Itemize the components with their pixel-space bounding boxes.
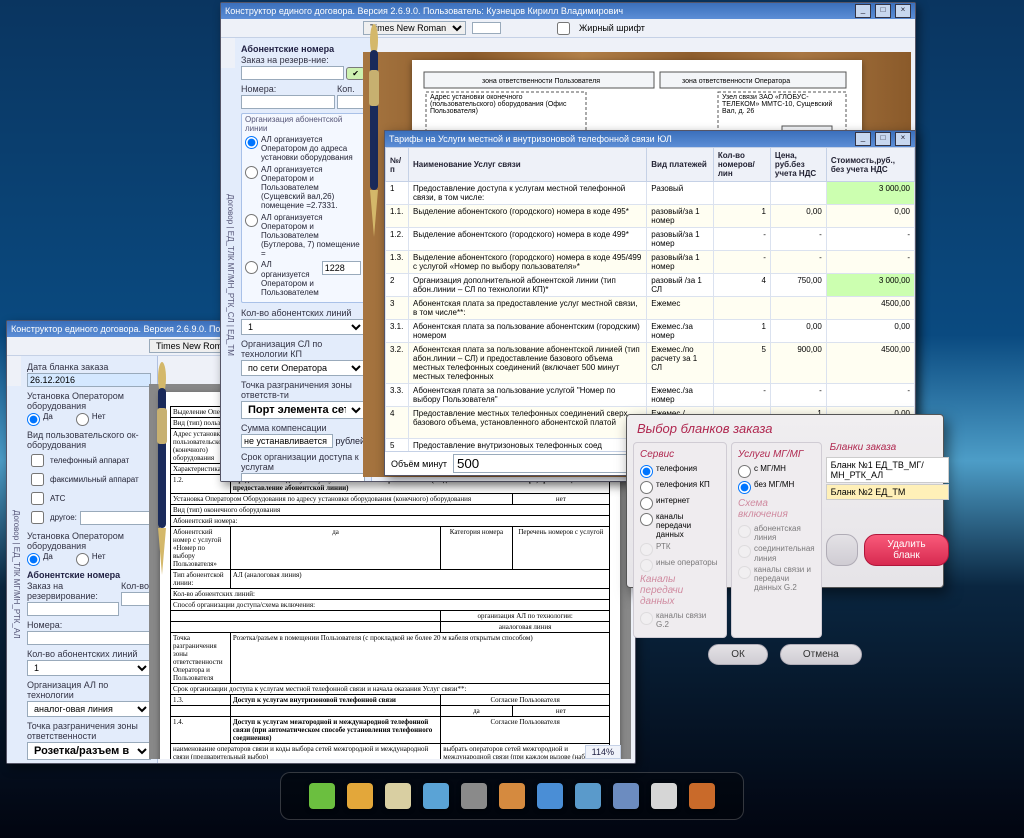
taskbar-icon-1[interactable] [347,783,373,809]
r-al4-val[interactable] [322,261,361,275]
close-btn[interactable]: × [895,4,911,18]
taskbar-icon-3[interactable] [423,783,449,809]
ok-button[interactable]: ОК [708,644,768,665]
blank-row-1[interactable]: Бланк №1 ЕД_ТВ_МГ/МН_РТК_АЛ [826,457,949,483]
zoom-status: 114% [585,745,621,759]
copy-input[interactable] [337,95,365,109]
tra-select[interactable]: Порт элемента сети Опе [241,401,365,419]
svc-telephony[interactable] [640,465,653,478]
tariff-table: №/пНаименование Услуг связиВид платежейК… [385,147,915,451]
title-text: Конструктор единого договора. Версия 2.6… [225,6,623,16]
chk-fax[interactable] [31,473,44,486]
svc-internet[interactable] [640,497,653,510]
cancel-button[interactable]: Отмена [780,644,862,665]
tra-select[interactable]: Розетка/разъем в помещен [27,742,151,760]
taskbar-icon-6[interactable] [537,783,563,809]
chk-other[interactable] [31,511,44,524]
numbers-input[interactable] [27,631,151,645]
kolvo-input[interactable] [121,592,151,606]
radio-no[interactable] [76,413,89,426]
taskbar-icon-7[interactable] [575,783,601,809]
side-panel-1: Абонентские номера Заказ на резерв-ние:✔… [235,38,372,481]
tariff-title: Тарифы на Услуги местной и внутризоновой… [389,134,672,144]
side-panel-2: Дата бланка заказа Установка Оператором … [21,356,158,763]
bold-check[interactable] [557,22,570,35]
mg-without[interactable] [738,481,751,494]
other-input[interactable] [80,511,151,525]
titlebar-1[interactable]: Конструктор единого договора. Версия 2.6… [221,3,915,19]
kol-al-select[interactable]: 1 [27,660,151,676]
fontsize-input[interactable] [472,22,501,34]
taskbar-icon-0[interactable] [309,783,335,809]
mg-with[interactable] [738,465,751,478]
delete-blank-button[interactable]: Удалить бланк [864,534,948,566]
tariff-titlebar[interactable]: Тарифы на Услуги местной и внутризоновой… [385,131,915,147]
svc-other-op [640,559,653,572]
kol-al-select[interactable]: 1 [241,319,365,335]
r-al4[interactable] [245,261,258,274]
chk-phone[interactable] [31,454,44,467]
org-al-group: Организация абонентской линии АЛ организ… [241,113,365,303]
min-btn[interactable]: _ [855,4,871,18]
chk-ats[interactable] [31,492,44,505]
label: Установка Оператором оборудования [27,531,151,551]
org-sl-select[interactable]: по сети Оператора [241,360,365,376]
section-label: Абонентские номера [241,44,365,54]
taskbar-icon-2[interactable] [385,783,411,809]
taskbar [280,772,744,820]
radio-yes[interactable] [27,413,40,426]
label: Вид пользовательского ок-оборудования [27,430,151,450]
radio2-yes[interactable] [27,553,40,566]
reserve-input[interactable] [241,66,344,80]
section-label: Абонентские номера [27,570,151,580]
org-al-select[interactable]: аналог-овая линия [27,701,151,717]
blank-slot-button[interactable] [826,534,859,566]
close-btn[interactable]: × [895,132,911,146]
taskbar-icon-9[interactable] [651,783,677,809]
vertical-tabs-2[interactable]: Договор | ЕД_ТЛК МГ/МН_РТК_АЛ [7,386,22,763]
toolbar-1: Times New Roman Жирный шрифт [221,19,915,38]
max-btn[interactable]: □ [875,4,891,18]
blank-select-dialog: Выбор бланков заказа Сервис телефония те… [626,414,944,588]
srok-input[interactable] [241,473,365,481]
svc-kpd[interactable] [640,513,653,526]
date-input[interactable] [27,373,151,387]
radio2-no[interactable] [76,553,89,566]
taskbar-icon-5[interactable] [499,783,525,809]
tariff-scroll[interactable]: №/пНаименование Услуг связиВид платежейК… [385,147,915,451]
vol-label: Объём минут [391,459,447,469]
svc-telephony-kp[interactable] [640,481,653,494]
label: Установка Оператором оборудования [27,391,151,411]
numbers-input[interactable] [241,95,335,109]
max-btn[interactable]: □ [875,132,891,146]
taskbar-icon-8[interactable] [613,783,639,809]
dialog-title: Выбор бланков заказа [627,415,943,442]
r-al1[interactable] [245,136,258,149]
fountain-pen-2 [150,360,174,580]
blank-row-2[interactable]: Бланк №2 ЕД_ТМ [826,484,949,500]
svg-text:зона ответственности Пользоват: зона ответственности Пользователя [482,78,600,85]
svc-rtk [640,543,653,556]
label: Дата бланка заказа [27,362,151,372]
r-al3[interactable] [245,214,258,227]
sum-input[interactable] [241,434,333,448]
min-btn[interactable]: _ [855,132,871,146]
taskbar-icon-10[interactable] [689,783,715,809]
vertical-tabs-1[interactable]: Договор | ЕД_ТЛК МГ/МН_РТК_СЛ | ЕД_ТМ [221,68,236,481]
fountain-pen-1 [362,22,386,242]
svg-text:зона ответственности Оператора: зона ответственности Оператора [682,78,790,85]
reserve-input[interactable] [27,602,119,616]
taskbar-icon-4[interactable] [461,783,487,809]
r-al2[interactable] [245,166,258,179]
